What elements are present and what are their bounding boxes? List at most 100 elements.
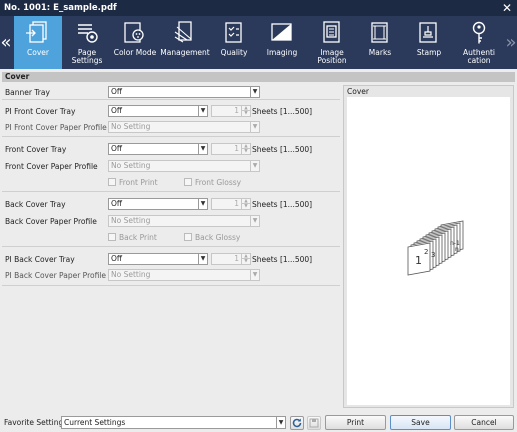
- banner-tray-select[interactable]: Off ▼: [108, 86, 260, 98]
- management-icon: [174, 21, 192, 43]
- window-title: No. 1001: E_sample.pdf: [4, 3, 117, 13]
- imaging-icon: [271, 23, 292, 41]
- page-label-2: 2: [424, 248, 428, 256]
- back-tray-value: Off: [111, 199, 123, 208]
- pi-back-profile-label: PI Back Cover Paper Profile: [5, 271, 107, 280]
- stepper-down-icon: ▼: [241, 149, 250, 154]
- favorite-setting-select[interactable]: Current Settings ▼: [61, 416, 286, 429]
- front-profile-select: No Setting ▼: [108, 160, 260, 172]
- save-button[interactable]: Save: [390, 415, 451, 430]
- front-tray-select[interactable]: Off ▼: [108, 143, 208, 155]
- color-mode-icon: [124, 22, 144, 43]
- pi-back-sheets-unit: Sheets [1...500]: [252, 255, 313, 264]
- chevron-right-icon[interactable]: »: [505, 16, 517, 69]
- close-icon[interactable]: ✕: [501, 0, 513, 16]
- stamp-icon: [419, 22, 437, 43]
- pi-front-tray-select[interactable]: Off ▼: [108, 105, 208, 117]
- tab-quality-label: Quality: [220, 48, 248, 57]
- stepper-down-icon: ▼: [241, 111, 250, 116]
- front-tray-value: Off: [111, 144, 123, 153]
- tab-image-position[interactable]: Image Position: [308, 16, 356, 69]
- pi-front-profile-value: No Setting: [111, 122, 151, 131]
- chevron-down-icon: ▼: [276, 417, 285, 428]
- pi-front-profile-select: No Setting ▼: [108, 121, 260, 133]
- tab-management-label: Management: [160, 48, 210, 57]
- pi-back-sheets-stepper: 1 ▲ ▼: [211, 253, 251, 265]
- checkbox-icon: [184, 233, 192, 241]
- pi-front-cover-group: PI Front Cover Tray Off ▼ 1 ▲ ▼ Sheets […: [2, 101, 340, 137]
- stepper-down-icon: ▼: [241, 259, 250, 264]
- function-toolbar: « Cover Page Settings Color Mode Managem…: [0, 16, 517, 69]
- banner-tray-group: Banner Tray Off ▼: [2, 84, 340, 100]
- refresh-icon: [292, 418, 302, 428]
- chevron-down-icon: ▼: [250, 270, 259, 280]
- save-favorite-button: [307, 416, 321, 430]
- page-label-n: n: [455, 246, 459, 253]
- checkbox-icon: [184, 178, 192, 186]
- favorite-setting-value: Current Settings: [64, 418, 126, 427]
- back-glossy-checkbox: Back Glossy: [184, 233, 240, 243]
- front-glossy-label: Front Glossy: [195, 178, 242, 187]
- tab-management[interactable]: Management: [160, 16, 210, 69]
- back-tray-select[interactable]: Off ▼: [108, 198, 208, 210]
- tab-imaging[interactable]: Imaging: [258, 16, 306, 69]
- authentication-icon: [472, 21, 486, 44]
- back-tray-label: Back Cover Tray: [5, 200, 66, 209]
- pi-front-tray-label: PI Front Cover Tray: [5, 107, 76, 116]
- tab-stamp[interactable]: Stamp: [404, 16, 454, 69]
- image-position-icon: [323, 21, 340, 43]
- pi-front-sheets-unit: Sheets [1...500]: [252, 107, 313, 116]
- pi-back-tray-label: PI Back Cover Tray: [5, 255, 75, 264]
- quality-icon: [225, 22, 242, 43]
- tab-marks-label: Marks: [368, 48, 392, 57]
- tab-cover[interactable]: Cover: [14, 16, 62, 69]
- front-print-checkbox: Front Print: [108, 178, 158, 188]
- marks-icon: [371, 22, 388, 43]
- page-label-1: 1: [415, 254, 422, 267]
- stepper-down-icon: ▼: [241, 204, 250, 209]
- front-sheets-unit: Sheets [1...500]: [252, 145, 313, 154]
- preview-title: Cover: [347, 87, 369, 96]
- tab-color-mode[interactable]: Color Mode: [112, 16, 158, 69]
- chevron-left-icon[interactable]: «: [0, 16, 12, 69]
- cancel-button[interactable]: Cancel: [454, 415, 514, 430]
- tab-marks[interactable]: Marks: [358, 16, 402, 69]
- back-sheets-value: 1: [234, 199, 239, 208]
- chevron-down-icon: ▼: [198, 106, 207, 116]
- page-stack-illustration: 1 2 3 n-1 n: [407, 220, 464, 276]
- tab-authentication-label: Authenti cation: [463, 48, 495, 65]
- pi-front-profile-label: PI Front Cover Paper Profile: [5, 123, 107, 132]
- tab-authentication[interactable]: Authenti cation: [456, 16, 502, 69]
- front-glossy-checkbox: Front Glossy: [184, 178, 241, 188]
- page-settings-icon: [78, 24, 98, 43]
- tab-quality[interactable]: Quality: [212, 16, 256, 69]
- front-sheets-stepper: 1 ▲ ▼: [211, 143, 251, 155]
- chevron-down-icon: ▼: [250, 87, 259, 97]
- chevron-down-icon: ▼: [198, 254, 207, 264]
- print-button[interactable]: Print: [325, 415, 386, 430]
- section-header: Cover: [2, 72, 515, 82]
- back-glossy-label: Back Glossy: [195, 233, 241, 242]
- pi-front-tray-value: Off: [111, 106, 123, 115]
- back-print-checkbox: Back Print: [108, 233, 157, 243]
- banner-tray-value: Off: [111, 87, 123, 96]
- back-profile-value: No Setting: [111, 216, 151, 225]
- preview-canvas: 1 2 3 n-1 n: [347, 97, 510, 405]
- back-sheets-unit: Sheets [1...500]: [252, 200, 313, 209]
- tab-imaging-label: Imaging: [266, 48, 298, 57]
- pi-front-sheets-value: 1: [234, 106, 239, 115]
- pi-back-tray-value: Off: [111, 254, 123, 263]
- chevron-down-icon: ▼: [198, 199, 207, 209]
- pi-back-profile-select: No Setting ▼: [108, 269, 260, 281]
- tab-page-settings[interactable]: Page Settings: [64, 16, 110, 69]
- front-cover-group: Front Cover Tray Off ▼ 1 ▲ ▼ Sheets [1..…: [2, 138, 340, 192]
- pi-back-tray-select[interactable]: Off ▼: [108, 253, 208, 265]
- refresh-button[interactable]: [290, 416, 304, 430]
- chevron-down-icon: ▼: [250, 216, 259, 226]
- pi-back-cover-group: PI Back Cover Tray Off ▼ 1 ▲ ▼ Sheets [1…: [2, 248, 340, 286]
- title-bar: No. 1001: E_sample.pdf ✕: [0, 0, 517, 16]
- pi-back-profile-value: No Setting: [111, 270, 151, 279]
- pi-front-sheets-stepper: 1 ▲ ▼: [211, 105, 251, 117]
- footer-bar: Favorite Setting Current Settings ▼ Prin…: [0, 413, 517, 432]
- cover-preview-panel: Cover 1 2 3 n-1 n: [343, 85, 514, 408]
